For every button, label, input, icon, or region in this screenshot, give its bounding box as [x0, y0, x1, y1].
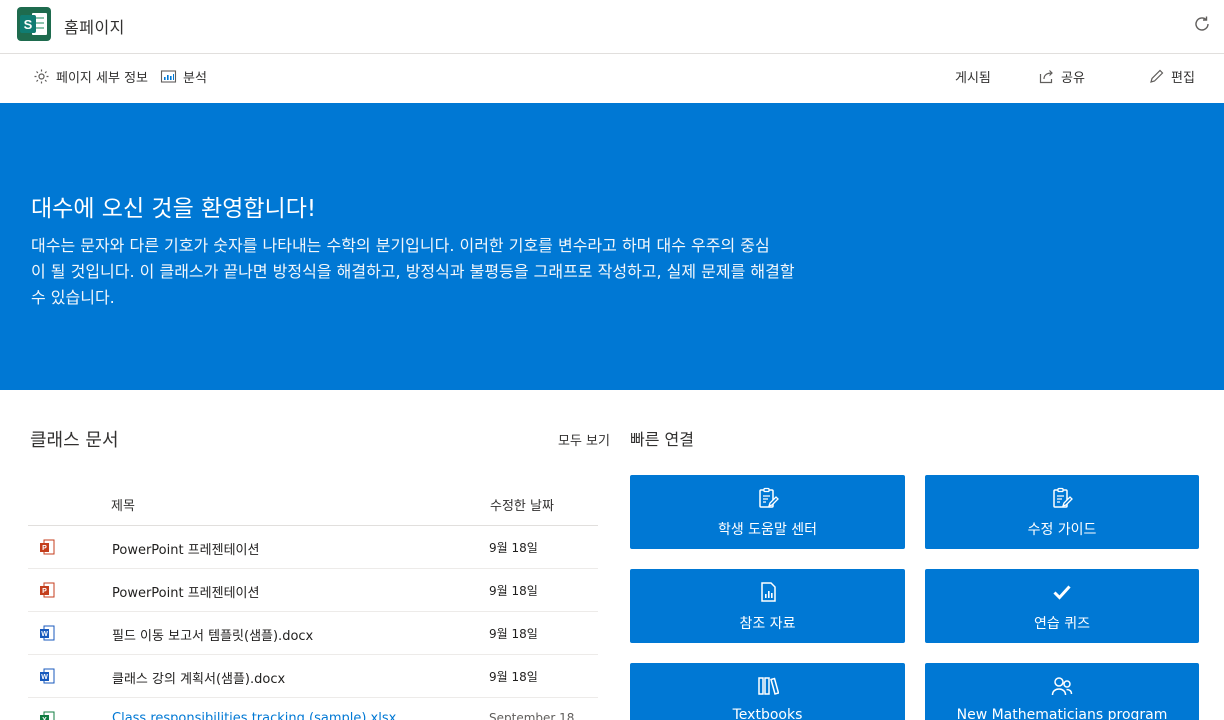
- site-header: S 홈페이지: [0, 0, 1224, 54]
- powerpoint-file-icon: P: [40, 539, 55, 555]
- share-label: 공유: [1061, 71, 1085, 86]
- document-modified: September 18: [489, 711, 575, 720]
- document-name[interactable]: PowerPoint 프레젠테이션: [112, 582, 259, 601]
- quick-link-label: 학생 도움말 센터: [717, 522, 818, 538]
- quick-link-practice-quiz[interactable]: 연습 퀴즈: [925, 569, 1199, 643]
- svg-text:P: P: [42, 545, 47, 552]
- edit-label: 편집: [1171, 71, 1195, 86]
- document-name[interactable]: 필드 이동 보고서 템플릿(샘플).docx: [112, 625, 313, 644]
- document-name[interactable]: PowerPoint 프레젠테이션: [112, 539, 259, 558]
- page-details-label: 페이지 세부 정보: [56, 71, 148, 86]
- analytics-chart-icon: [160, 70, 177, 83]
- report-document-icon: [760, 582, 776, 602]
- command-bar: 페이지 세부 정보 분석 게시됨 공유 편집: [0, 55, 1224, 102]
- documents-heading: 클래스 문서: [30, 430, 119, 451]
- svg-text:W: W: [41, 674, 48, 681]
- hero-description-line: 대수는 문자와 다른 기호가 숫자를 나타내는 수학의 분기입니다. 이러한 기…: [31, 236, 770, 255]
- edit-button[interactable]: 편집: [1148, 67, 1195, 86]
- quick-link-label: Textbooks: [732, 707, 803, 720]
- table-header: 제목 수정한 날짜: [28, 482, 598, 526]
- quick-link-new-mathematicians[interactable]: New Mathematicians program: [925, 663, 1199, 720]
- quick-link-label: 연습 퀴즈: [1034, 616, 1090, 632]
- document-modified: 9월 18일: [489, 541, 538, 555]
- hero-description-line: 수 있습니다.: [31, 288, 115, 307]
- document-name[interactable]: Class responsibilities tracking (sample)…: [112, 711, 396, 720]
- word-file-icon: W: [40, 668, 55, 684]
- quick-link-revision-guide[interactable]: 수정 가이드: [925, 475, 1199, 549]
- pencil-icon: [1150, 69, 1164, 83]
- table-row[interactable]: W 클래스 강의 계획서(샘플).docx 9월 18일: [28, 655, 598, 698]
- quick-link-reference-materials[interactable]: 참조 자료: [630, 569, 905, 643]
- table-row[interactable]: P PowerPoint 프레젠테이션 9월 18일: [28, 569, 598, 612]
- hero-title: 대수에 오신 것을 환영합니다!: [31, 196, 317, 222]
- documents-table: 제목 수정한 날짜 P PowerPoint 프레젠테이션 9월 18일 P P…: [28, 482, 598, 720]
- published-label: 게시됨: [955, 71, 991, 86]
- quick-link-label: New Mathematicians program: [956, 707, 1168, 720]
- document-modified: 9월 18일: [489, 670, 538, 684]
- hero-description: 대수는 문자와 다른 기호가 숫자를 나타내는 수학의 분기입니다. 이러한 기…: [31, 233, 941, 311]
- column-header-title[interactable]: 제목: [111, 495, 135, 514]
- hero-banner: 대수에 오신 것을 환영합니다! 대수는 문자와 다른 기호가 숫자를 나타내는…: [0, 103, 1224, 390]
- gear-icon: [34, 69, 49, 84]
- svg-text:S: S: [24, 17, 33, 32]
- excel-file-icon: X: [40, 711, 55, 720]
- checkmark-icon: [1053, 585, 1071, 600]
- analytics-label: 분석: [183, 71, 207, 86]
- page-details-button[interactable]: 페이지 세부 정보: [33, 67, 148, 86]
- library-books-icon: [757, 677, 779, 695]
- quick-links-heading: 빠른 연결: [630, 430, 694, 449]
- document-name[interactable]: 클래스 강의 계획서(샘플).docx: [112, 668, 285, 687]
- column-header-modified[interactable]: 수정한 날짜: [490, 495, 554, 514]
- share-button[interactable]: 공유: [1038, 67, 1085, 86]
- refresh-icon[interactable]: [1192, 14, 1212, 34]
- published-status: 게시됨: [955, 67, 991, 86]
- clipboard-edit-icon: [1053, 487, 1073, 508]
- document-modified: 9월 18일: [489, 584, 538, 598]
- document-modified: 9월 18일: [489, 627, 538, 641]
- table-row[interactable]: P PowerPoint 프레젠테이션 9월 18일: [28, 526, 598, 569]
- svg-text:W: W: [41, 631, 48, 638]
- people-icon: [1051, 677, 1073, 696]
- word-file-icon: W: [40, 625, 55, 641]
- site-title[interactable]: 홈페이지: [64, 14, 125, 38]
- table-row[interactable]: X Class responsibilities tracking (sampl…: [28, 698, 598, 720]
- svg-text:P: P: [42, 588, 47, 595]
- quick-link-label: 수정 가이드: [1027, 522, 1097, 538]
- powerpoint-file-icon: P: [40, 582, 55, 598]
- share-icon: [1039, 70, 1053, 84]
- quick-link-label: 참조 자료: [739, 616, 796, 632]
- analytics-button[interactable]: 분석: [160, 67, 207, 86]
- sharepoint-logo-icon[interactable]: S: [16, 6, 52, 42]
- quick-link-textbooks[interactable]: Textbooks: [630, 663, 905, 720]
- table-row[interactable]: W 필드 이동 보고서 템플릿(샘플).docx 9월 18일: [28, 612, 598, 655]
- see-all-link[interactable]: 모두 보기: [558, 430, 610, 449]
- hero-description-line: 이 될 것입니다. 이 클래스가 끝나면 방정식을 해결하고, 방정식과 불평등…: [31, 262, 795, 281]
- clipboard-edit-icon: [758, 487, 779, 508]
- quick-link-student-help[interactable]: 학생 도움말 센터: [630, 475, 905, 549]
